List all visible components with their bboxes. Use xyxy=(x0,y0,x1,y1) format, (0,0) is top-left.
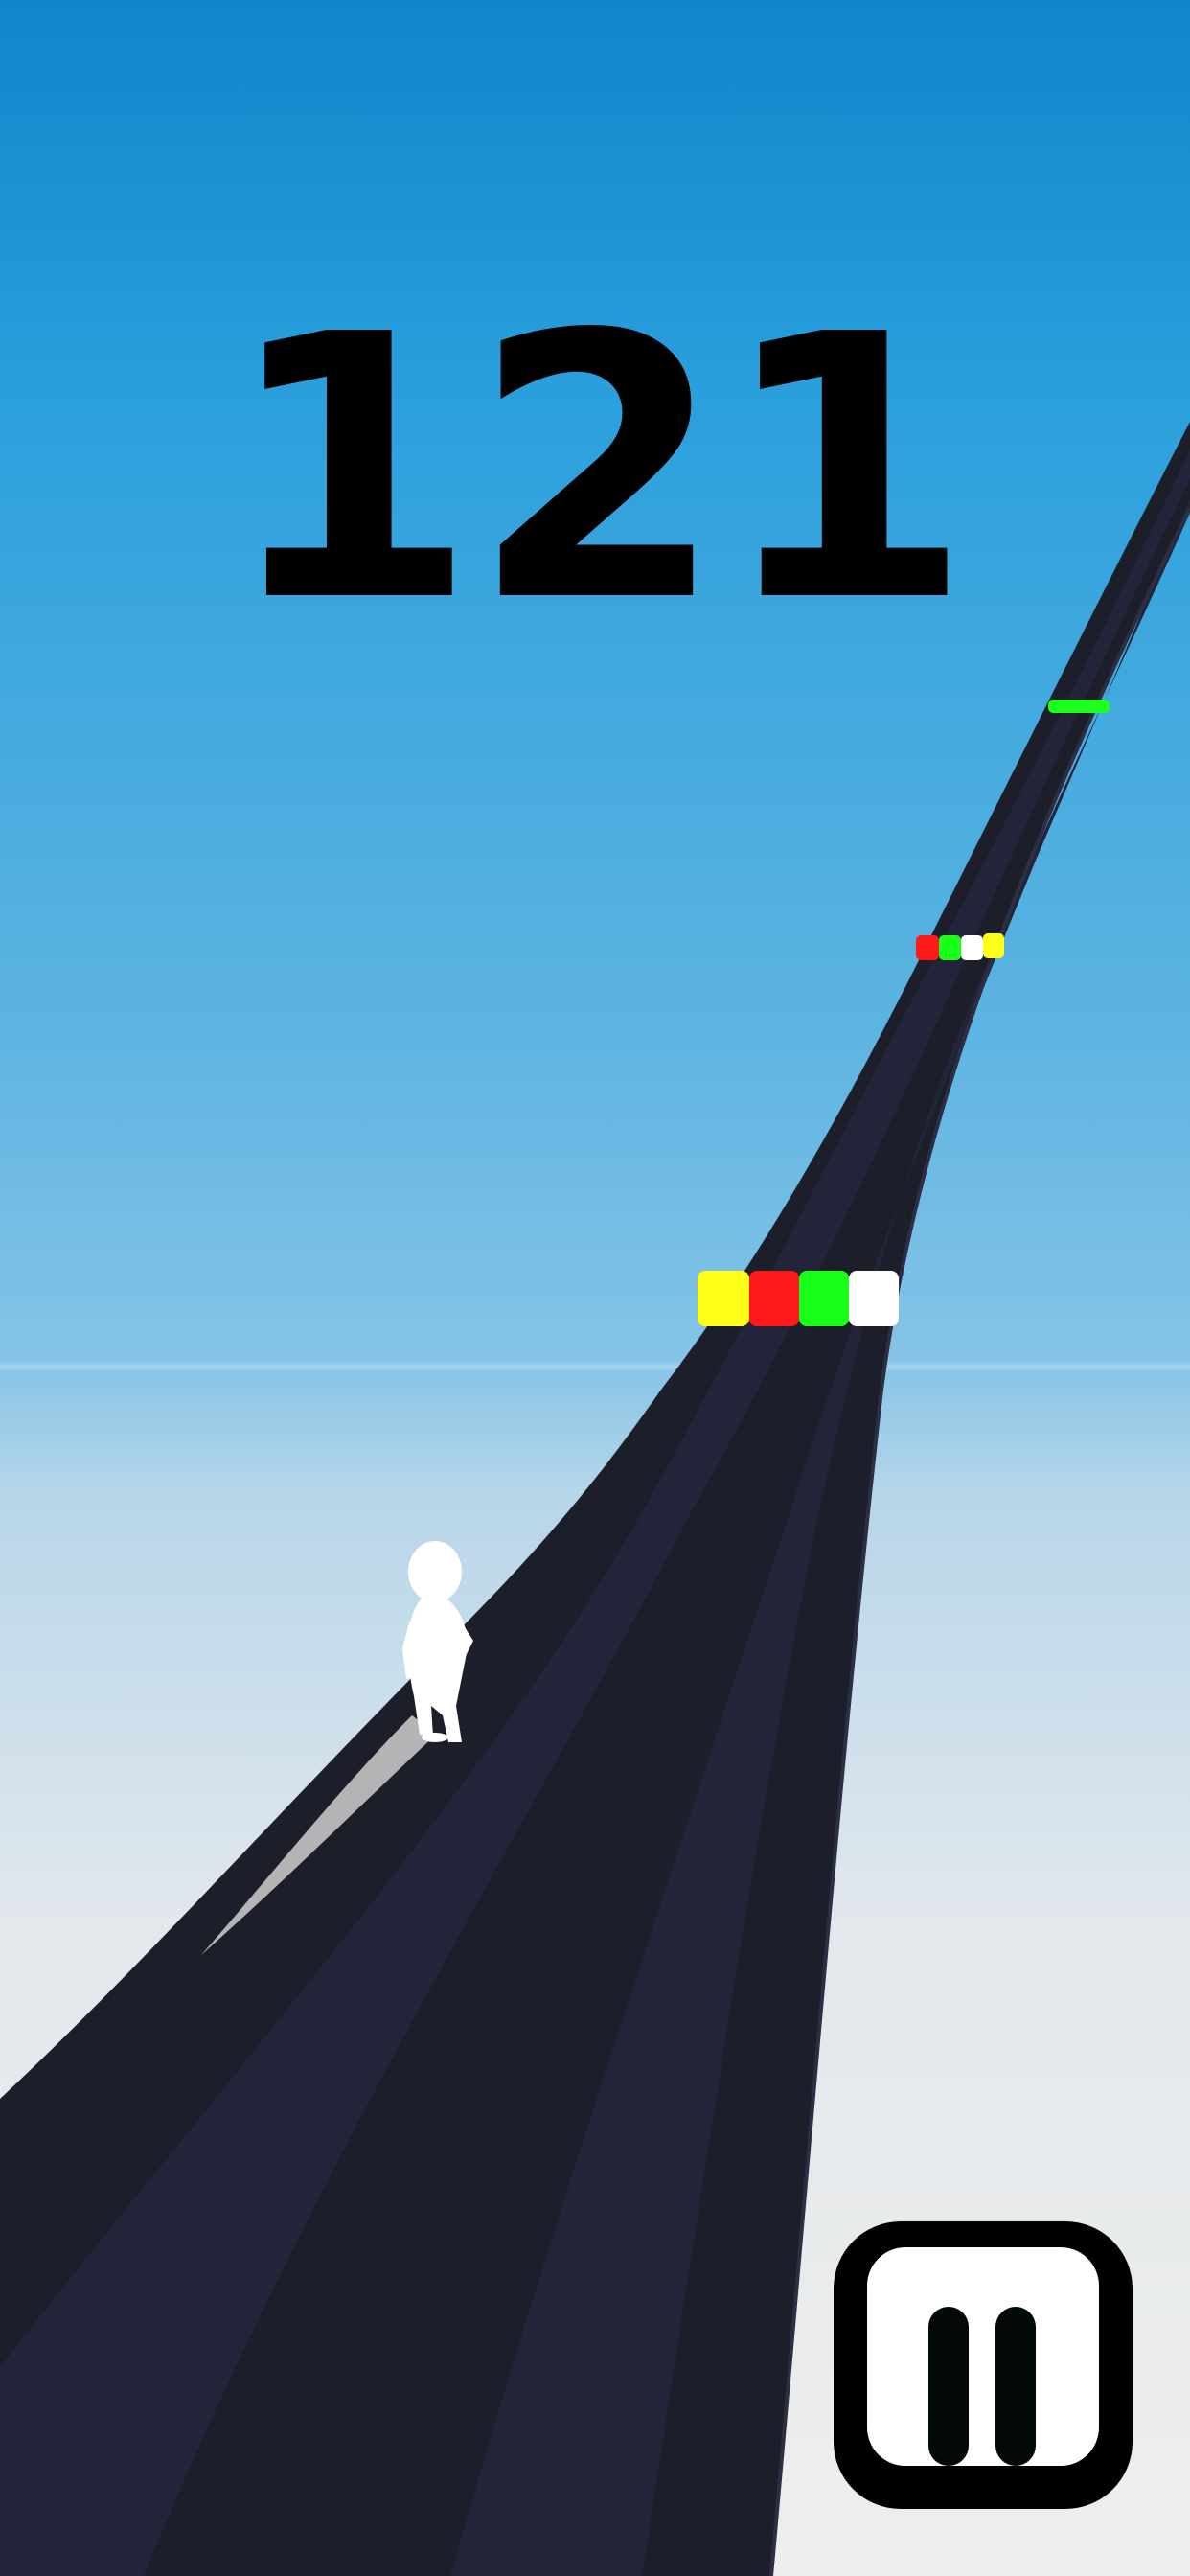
gate-middle xyxy=(916,933,1004,960)
pause-bar-left xyxy=(928,2307,969,2466)
gate-tile-white xyxy=(849,1271,899,1326)
gate-tile-green xyxy=(939,935,961,960)
gate-tile-red xyxy=(916,935,939,960)
score-counter: 121 xyxy=(223,257,972,681)
game-scene[interactable]: 121 xyxy=(0,0,1190,2576)
gate-far xyxy=(1048,700,1110,713)
gate-tile-green xyxy=(799,1271,849,1326)
gate-tile-yellow xyxy=(698,1271,749,1326)
pause-icon xyxy=(867,2247,1099,2466)
pause-button[interactable] xyxy=(834,2221,1133,2509)
runner-shoe xyxy=(422,1733,448,1742)
runner-head xyxy=(408,1541,462,1602)
gate-tile-green xyxy=(1048,700,1110,713)
pause-bar-right xyxy=(995,2307,1036,2466)
gate-tile-white xyxy=(961,935,983,960)
gate-tile-yellow xyxy=(983,933,1004,958)
gate-near xyxy=(698,1271,899,1326)
gate-tile-red xyxy=(749,1271,799,1326)
